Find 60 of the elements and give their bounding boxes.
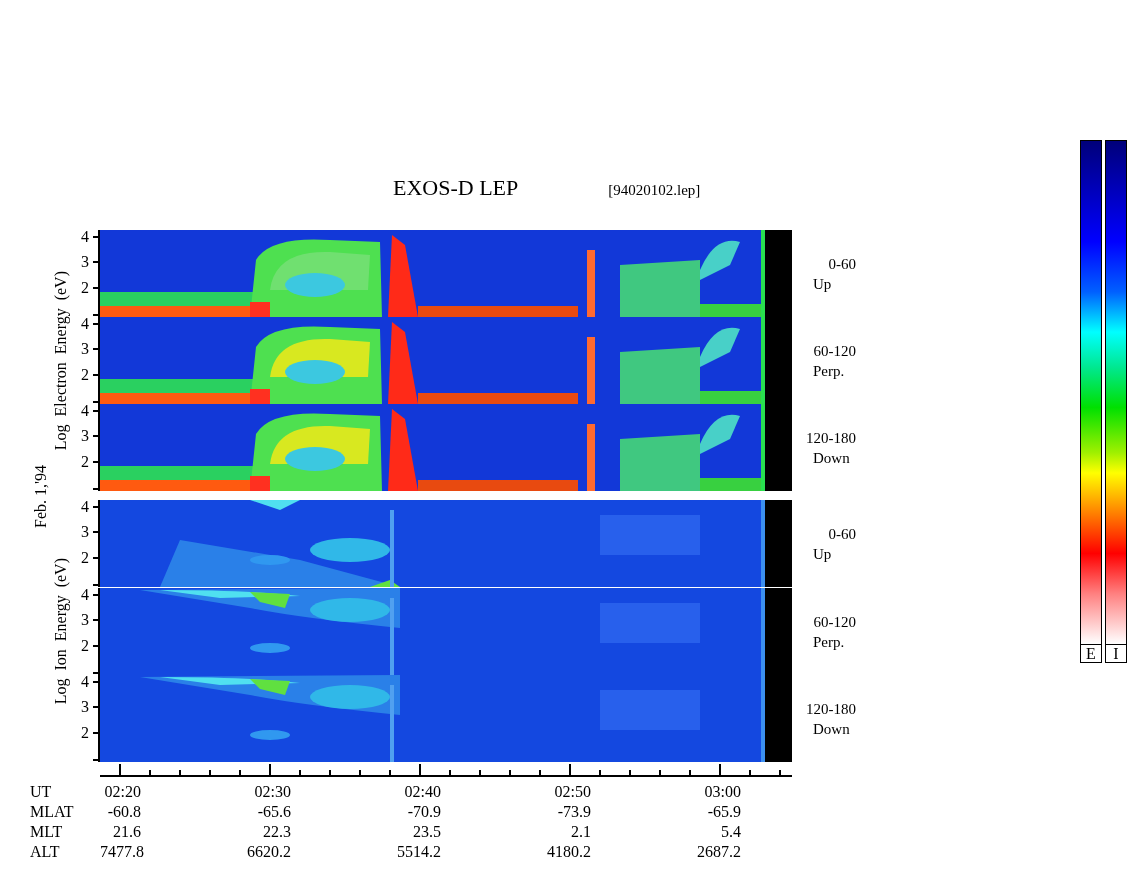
tick-label: 3: [81, 698, 89, 715]
pitch-angle-label: 0-60: [828, 525, 856, 544]
table-cell-text: -60.8: [106, 802, 141, 822]
direction-label: Up: [812, 274, 833, 294]
row-label: MLAT: [30, 802, 75, 822]
pitch-angle-label: 60-120: [813, 612, 856, 632]
pitch-angle-label: 0-60: [828, 254, 856, 274]
table-cell-text: 21.6: [112, 822, 141, 842]
table-cell-text: 02:50: [553, 782, 591, 802]
pitch-angle-label: 120-180: [806, 699, 856, 719]
table-cell-text: 2.1: [570, 822, 591, 842]
table-cell-text: -73.9: [556, 802, 591, 822]
table-cell-text: 23.5: [412, 822, 441, 842]
tick-label: 4: [81, 500, 89, 515]
direction-label: Perp.: [812, 361, 846, 381]
tick-label: 4: [81, 588, 89, 603]
color-scale-label: I: [1105, 645, 1127, 663]
pitch-angle-label: 120-180: [806, 429, 856, 448]
tick-label: 4: [81, 404, 89, 419]
tick-label: 2: [81, 724, 89, 741]
tick-label: 3: [81, 427, 89, 444]
chart-title: EXOS-D LEP: [393, 175, 519, 201]
row-label: ALT: [30, 842, 61, 862]
tick-label: 2: [81, 637, 89, 654]
table-cell-text: 5514.2: [396, 842, 441, 862]
table-cell-text: -65.6: [256, 802, 291, 822]
axis-label: Log Electron Energy (eV): [52, 271, 70, 451]
table-cell-text: 2687.2: [696, 842, 741, 862]
direction-label: Perp.: [812, 632, 846, 652]
table-cell-text: 5.4: [720, 822, 741, 842]
table-cell-text: 6620.2: [246, 842, 291, 862]
table-cell-text: -65.9: [706, 802, 741, 822]
tick-label: 3: [81, 340, 89, 357]
tick-label: 2: [81, 279, 89, 296]
tick-label: 3: [81, 523, 89, 540]
tick-label: 3: [81, 253, 89, 270]
row-label: MLT: [30, 822, 64, 842]
table-cell-text: 22.3: [262, 822, 291, 842]
direction-label: Up: [812, 545, 833, 564]
color-scale-label: E: [1080, 645, 1102, 663]
file-name-label: [94020102.lep]: [608, 182, 701, 199]
tick-label: 4: [81, 317, 89, 332]
tick-label: 3: [81, 611, 89, 628]
table-cell-text: 02:20: [103, 782, 141, 802]
pitch-angle-label: 60-120: [813, 341, 856, 361]
tick-label: 2: [81, 453, 89, 470]
table-cell-text: 02:40: [403, 782, 441, 802]
table-cell-text: 02:30: [253, 782, 291, 802]
direction-label: Down: [812, 449, 851, 468]
table-cell-text: 03:00: [703, 782, 741, 802]
axis-label: Log Ion Energy (eV): [52, 557, 70, 705]
tick-label: 4: [81, 675, 89, 690]
row-label: UT: [30, 782, 53, 802]
tick-label: 2: [81, 549, 89, 566]
direction-label: Down: [812, 719, 851, 739]
tick-label: 2: [81, 366, 89, 383]
table-cell-text: 4180.2: [546, 842, 591, 862]
date-label: Feb. 1,'94: [32, 464, 50, 528]
tick-label: 4: [81, 230, 89, 245]
table-cell-text: -70.9: [406, 802, 441, 822]
